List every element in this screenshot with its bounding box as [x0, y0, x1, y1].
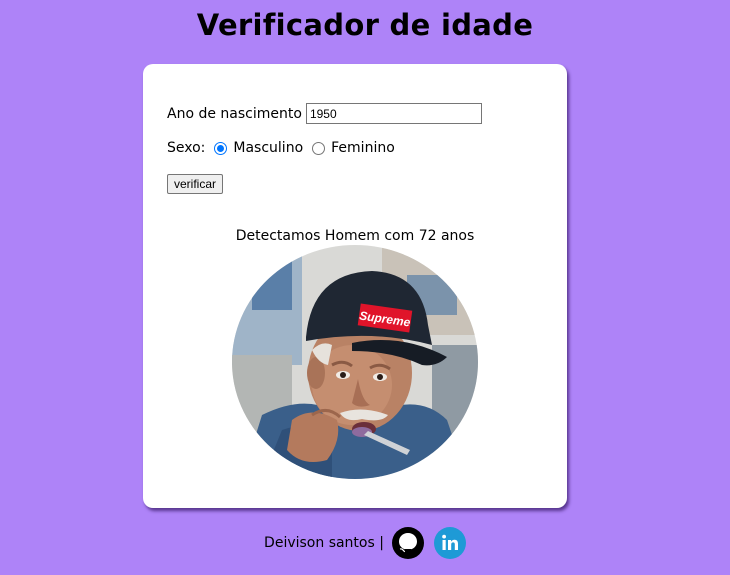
page-title: Verificador de idade: [196, 8, 534, 42]
footer: Deivison santos |: [0, 527, 730, 559]
result-text: Detectamos Homem com 72 anos: [235, 228, 475, 244]
elderly-man-photo-icon: Supreme: [232, 245, 478, 479]
sex-label: Sexo:: [167, 140, 206, 156]
sex-row: Sexo: Masculino Feminino: [167, 140, 404, 156]
form-card: Ano de nascimento Sexo: Masculino Femini…: [143, 64, 567, 508]
page: Verificador de idade Ano de nascimento S…: [0, 0, 730, 575]
radio-feminino-label[interactable]: Feminino: [331, 140, 395, 156]
birth-year-row: Ano de nascimento: [167, 103, 482, 124]
verify-button[interactable]: verificar: [167, 174, 224, 194]
linkedin-icon[interactable]: [433, 527, 466, 559]
author-name: Deivison santos |: [264, 535, 384, 551]
result-photo: Supreme: [232, 245, 478, 479]
github-icon[interactable]: [391, 527, 424, 559]
button-row: verificar: [167, 174, 224, 194]
radio-feminino[interactable]: [312, 141, 326, 155]
radio-masculino[interactable]: [214, 141, 228, 155]
radio-masculino-label[interactable]: Masculino: [233, 140, 303, 156]
birth-year-input[interactable]: [305, 103, 482, 124]
birth-year-label: Ano de nascimento: [167, 105, 302, 122]
